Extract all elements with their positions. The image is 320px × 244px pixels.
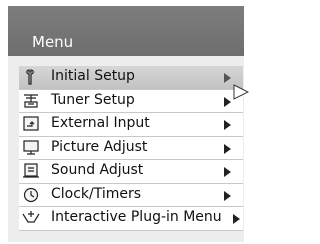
chevron-right-icon	[224, 167, 231, 177]
menu-item-label: Interactive Plug-in Menu	[51, 209, 222, 225]
menu-item-tuner-setup[interactable]: Tuner Setup	[19, 89, 243, 113]
menu-list: Initial Setup Tuner Setup External Input	[19, 66, 243, 231]
pointer-cursor-icon	[233, 84, 249, 100]
chevron-right-icon	[224, 190, 231, 201]
monitor-icon	[23, 139, 39, 155]
menu-item-picture-adjust[interactable]: Picture Adjust	[19, 136, 243, 160]
menu-title: Menu	[32, 33, 74, 51]
menu-item-label: Initial Setup	[51, 68, 135, 84]
speaker-icon	[23, 163, 39, 178]
input-icon	[23, 116, 39, 131]
chevron-right-icon	[224, 96, 231, 107]
menu-item-label: External Input	[51, 115, 150, 131]
chevron-right-icon	[233, 214, 240, 224]
menu-item-label: Clock/Timers	[51, 185, 142, 202]
menu-item-clock-timers[interactable]: Clock/Timers	[19, 183, 243, 207]
antenna-icon	[24, 93, 38, 108]
menu-item-sound-adjust[interactable]: Sound Adjust	[19, 160, 243, 184]
chevron-right-icon	[224, 120, 231, 130]
chevron-right-icon	[224, 143, 231, 154]
wrench-icon	[26, 69, 34, 85]
menu-panel: Menu Initial Setup Tuner Setup External …	[0, 0, 250, 244]
chevron-right-icon	[224, 73, 231, 83]
menu-item-label: Picture Adjust	[51, 138, 148, 155]
clock-icon	[23, 187, 39, 202]
menu-item-label: Sound Adjust	[51, 162, 144, 178]
menu-item-initial-setup[interactable]: Initial Setup	[19, 66, 243, 90]
plugin-icon	[22, 211, 40, 223]
menu-item-interactive-plugin[interactable]: Interactive Plug-in Menu	[19, 207, 243, 231]
menu-header: Menu	[8, 6, 244, 56]
menu-item-external-input[interactable]: External Input	[19, 113, 243, 137]
menu-item-label: Tuner Setup	[51, 91, 135, 108]
